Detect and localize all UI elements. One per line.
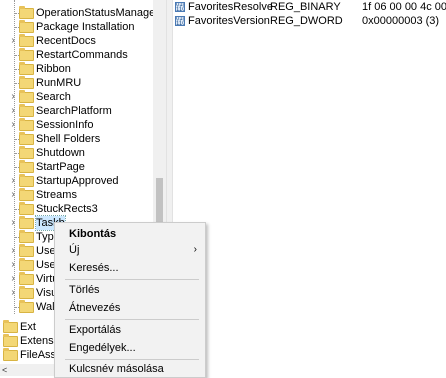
expand-chevron-icon[interactable]: › (9, 188, 17, 202)
menu-separator (65, 359, 199, 360)
expand-chevron-icon[interactable]: › (9, 118, 17, 132)
tree-item-label: StuckRects3 (36, 203, 98, 215)
tree-scrollbar-thumb[interactable] (156, 178, 163, 224)
tree-item[interactable]: › Search (0, 90, 153, 104)
menu-separator (65, 319, 199, 320)
folder-icon (19, 34, 34, 47)
folder-icon (19, 174, 34, 187)
tree-item[interactable]: Package Installation (0, 20, 153, 34)
tree-item-label: Ext (20, 321, 36, 333)
menu-item-new[interactable]: Új › (69, 242, 197, 258)
folder-icon (19, 76, 34, 89)
folder-icon (19, 118, 34, 131)
values-pane: 010110 FavoritesResolve REG_BINARY 1f 06… (172, 0, 446, 376)
expand-chevron-icon[interactable]: › (9, 286, 17, 300)
folder-icon (19, 286, 34, 299)
tree-item-label: StartupApproved (36, 175, 119, 187)
expand-chevron-icon[interactable]: › (9, 90, 17, 104)
tree-item-label: Package Installation (36, 21, 135, 33)
expand-chevron-icon[interactable]: › (9, 34, 17, 48)
expand-chevron-icon[interactable]: › (9, 244, 17, 258)
menu-item-copy-key-name[interactable]: Kulcsnév másolása (69, 361, 164, 377)
folder-icon (19, 244, 34, 257)
folder-icon (19, 20, 34, 33)
folder-icon (19, 272, 34, 285)
tree-item[interactable]: StartPage (0, 160, 153, 174)
tree-item[interactable]: Shutdown (0, 146, 153, 160)
tree-item-label: SessionInfo (36, 119, 94, 131)
folder-icon (19, 90, 34, 103)
tree-item[interactable]: RunMRU (0, 76, 153, 90)
tree-item-label: Ribbon (36, 63, 71, 75)
binary-value-icon: 010110 (175, 2, 185, 12)
binary-value-icon: 010110 (175, 16, 185, 26)
menu-item-expand[interactable]: Kibontás (69, 226, 116, 242)
tree-item[interactable]: StuckRects3 (0, 202, 153, 216)
value-name: FavoritesResolve (188, 1, 273, 13)
value-data: 1f 06 00 00 4c 00 00 0 (362, 1, 446, 13)
tree-item-label: OperationStatusManager (36, 7, 159, 19)
expand-chevron-icon[interactable]: › (9, 272, 17, 286)
tree-item[interactable]: Shell Folders (0, 132, 153, 146)
folder-icon (3, 348, 18, 361)
menu-item-delete[interactable]: Törlés (69, 282, 100, 298)
folder-icon (19, 300, 34, 313)
folder-icon (19, 230, 34, 243)
folder-icon (19, 48, 34, 61)
context-menu: Kibontás Új › Keresés... Törlés Átnevezé… (54, 222, 206, 378)
folder-icon (19, 188, 34, 201)
expand-chevron-icon[interactable]: › (9, 174, 17, 188)
menu-item-export[interactable]: Exportálás (69, 322, 121, 338)
menu-separator (65, 279, 199, 280)
tree-item[interactable]: RestartCommands (0, 48, 153, 62)
tree-item-label: RecentDocs (36, 35, 96, 47)
tree-item-label: Shutdown (36, 147, 85, 159)
tree-item-label: RestartCommands (36, 49, 128, 61)
menu-item-rename[interactable]: Átnevezés (69, 300, 120, 316)
folder-icon (19, 132, 34, 145)
folder-icon (19, 202, 34, 215)
menu-item-permissions[interactable]: Engedélyek... (69, 340, 136, 356)
expand-chevron-icon[interactable]: › (9, 104, 17, 118)
tree-item[interactable]: › StartupApproved (0, 174, 153, 188)
tree-item[interactable]: › Streams (0, 188, 153, 202)
value-data: 0x00000003 (3) (362, 15, 440, 27)
folder-icon (19, 258, 34, 271)
expand-chevron-icon[interactable]: › (9, 258, 17, 272)
tree-item[interactable]: OperationStatusManager (0, 6, 159, 20)
tree-item-label: Search (36, 91, 71, 103)
tree-item-label: Shell Folders (36, 133, 101, 145)
tree-item-label: SearchPlatform (36, 105, 112, 117)
folder-icon (19, 6, 34, 19)
tree-item[interactable]: › SessionInfo (0, 118, 153, 132)
menu-item-find[interactable]: Keresés... (69, 260, 119, 276)
tree-item-label: RunMRU (36, 77, 82, 89)
menu-item-new-label: Új (69, 244, 80, 256)
folder-icon (3, 334, 18, 347)
submenu-arrow-icon: › (193, 244, 197, 255)
expand-chevron-icon[interactable]: › (9, 216, 17, 230)
folder-icon (3, 320, 18, 333)
folder-icon (19, 216, 34, 229)
tree-item-label: Streams (36, 189, 77, 201)
scroll-left-arrow-icon[interactable]: < (2, 364, 7, 376)
folder-icon (19, 62, 34, 75)
value-type: REG_DWORD (270, 15, 343, 27)
folder-icon (19, 104, 34, 117)
folder-icon (19, 160, 34, 173)
tree-item[interactable]: Ribbon (0, 62, 153, 76)
tree-item-label: StartPage (36, 161, 85, 173)
folder-icon (19, 146, 34, 159)
value-name: FavoritesVersion (188, 15, 270, 27)
tree-item[interactable]: › RecentDocs (0, 34, 153, 48)
tree-item[interactable]: › SearchPlatform (0, 104, 153, 118)
value-type: REG_BINARY (270, 1, 341, 13)
